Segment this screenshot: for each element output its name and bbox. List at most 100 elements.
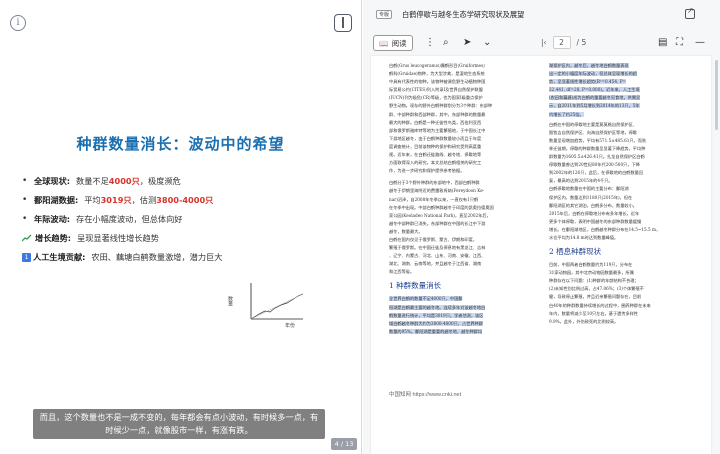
text-line: 22.441, df=28, P=0.000)。近年来，人工生境	[549, 87, 640, 93]
mini-chart-ylabel: 数量	[227, 296, 233, 306]
slide-panel: i 种群数量消长：波动中的希望 • 全球现状: 数量不足 4000只 ，极度濒危…	[0, 0, 362, 454]
text-line: 际贸易公约(CITES)列入附录Ⅰ及世界自然保护联盟	[389, 87, 483, 93]
text-line: 目前，中国两者白鹤数量约为119只，分布在	[549, 262, 633, 268]
bullet-key: 年际波动:	[34, 213, 71, 224]
open-external-icon[interactable]	[685, 6, 695, 19]
text-line: 31家动物园，其中北京动物园数量最多，所属	[549, 270, 634, 276]
read-mode-button[interactable]: 📖 阅读	[373, 35, 413, 51]
bullet-key: 鄱阳湖数据:	[34, 194, 79, 205]
text-line: 白40年的种群数量持续增长的过程中，圈养种群在未来	[549, 302, 651, 308]
read-mode-label: 阅读	[391, 38, 407, 48]
page-footer: 中国知网 https://www.cnki.net	[389, 392, 462, 398]
text-line: 视。近年来，在白鹤迁徙路线、越冬地、停歇地等	[389, 152, 482, 158]
text-line: 更多个体停歇，表明中国越冬的东部种群数量缓慢	[549, 218, 642, 224]
text-line: 中具有代表性的物种。该物种被濒危野生动植物种国	[389, 79, 486, 85]
text-line: 白鹤在国内仅见于俄罗斯、蒙古、伊朗和印度，	[389, 236, 477, 242]
text-line: 示，自2011年到5月增长到2014年的13只，5年	[549, 103, 640, 109]
page-total: / 5	[576, 38, 587, 47]
text-line: 图牧吉自然保护区、向海自然保护区等地，停歇	[549, 129, 637, 135]
split-view-icon[interactable]	[334, 14, 352, 32]
text-line: 鹤科(Gruidae)物种，为大型涉禽，是湿地生态系统	[389, 71, 485, 77]
text-line: 数量的95%。鄱阳湖是重要的越冬地，越冬种群均	[389, 328, 483, 334]
bullet-text: 农田、藕塘白鹤数量激增，潜力巨大	[91, 252, 223, 263]
slide-title: 种群数量消长：波动中的希望	[76, 135, 285, 153]
bullet-key: 全球现状:	[34, 175, 71, 186]
app-window: i 种群数量消长：波动中的希望 • 全球现状: 数量不足 4000只 ，极度濒危…	[0, 0, 720, 454]
zoom-out-icon[interactable]: —	[695, 36, 705, 50]
text-line: 停歇数量曾达到20世纪80年代200-500只，下降	[549, 162, 640, 168]
save-icon[interactable]: ▤	[658, 36, 667, 50]
pager: |‹ 2 / 5	[541, 36, 586, 49]
bullet-growth-trend: 增长趋势: 呈现显著线性增长趋势	[22, 229, 352, 248]
info-icon[interactable]: i	[10, 15, 26, 31]
search-icon[interactable]: ⌕	[443, 36, 449, 50]
text-line: 健，导致停止繁殖，并且近亲繁殖问题存在，目前	[549, 294, 642, 300]
text-line: 在冬季中出现。中部白鹤种群越冬于印度的凯奥拉德奥国	[389, 204, 494, 210]
text-line: 增长。在鄱阳湖地区，白鹤越冬种群分布在14.5~15.5 m，	[549, 226, 661, 232]
book-icon: 📖	[379, 38, 389, 48]
text-line: 湖北、湖南、云南等地，并且越冬于江西省、湖南	[389, 261, 482, 267]
document-page: 白鹤(Grus leucogeranus)属鹤形目(Gruiformes) 鹤科(…	[371, 56, 711, 454]
document-reader: 专版 白鹤停歇与越冬生态学研究现状及展望 📖 阅读 ⋮ ⌕ ➤ ⌄ |‹ 2 /…	[363, 0, 720, 454]
text-line: 度调查统计，目前该物种的保护和研究受到高度重	[389, 143, 482, 149]
chevron-down-icon[interactable]: ⌄	[483, 36, 491, 50]
bullet-highlight: 4000只	[108, 175, 140, 186]
text-line: 复，最高的达到2015年的4千只。	[549, 178, 613, 184]
text-line: 、辽宁、内蒙古、河北、山东、河南、安徽、江西、	[389, 253, 486, 259]
bullet-text: 呈现显著线性增长趋势	[77, 233, 159, 244]
bullet-list: • 全球现状: 数量不足 4000只 ，极度濒危 • 鄱阳湖数据: 平均 301…	[22, 171, 352, 267]
bullet-text: 数量不足	[76, 175, 109, 186]
cursor-icon[interactable]: ➤	[463, 36, 471, 50]
text-line: 出一定的小幅度年际波动，但总体呈现增长的趋	[549, 71, 637, 77]
text-line: 白鹤在中国的停歇地主要是莫莫格自然保护区、	[549, 121, 637, 127]
narration-subtitle: 而且，这个数量也不是一成不变的，每年都会有点小波动，有时候多一点，有时候少一点，…	[33, 409, 325, 439]
page-number-input[interactable]: 2	[552, 36, 571, 49]
bullet-artificial-habitat: 1 人工生境贡献: 农田、藕塘白鹤数量激增，潜力巨大	[22, 248, 352, 267]
text-line: 阳湖是白鹤最主要的越冬地。连续多年对该越冬地白	[389, 304, 486, 310]
slide-page-indicator: 4 / 13	[331, 438, 357, 450]
fullscreen-icon[interactable]: ⛶	[676, 36, 683, 50]
text-line: 群数量为1605.5±426.41只。扎龙自然保护区白鹤	[549, 154, 645, 160]
text-line: (2)未知性别比例过高，占47.06%；(3)个体繁殖不	[549, 286, 644, 292]
text-line: 内增长了约25倍。	[549, 111, 584, 117]
text-line: 季迁徙期，停歇的种群数量呈显著下降趋势。平均种	[549, 145, 646, 151]
text-line: 越冬中部种群已消失。东部种群在中国的长江中下游	[389, 220, 486, 226]
text-line: 越冬于伊朗里海附近的费雷敦肯纳(Fereydoon Ke-	[389, 188, 485, 194]
scrollbar[interactable]	[715, 60, 718, 130]
text-line: 年内，数量将减少至10只左右。基于遗传多样性	[549, 310, 639, 316]
bullet-highlight: 3019只	[100, 194, 132, 205]
section-badge: 专版	[376, 10, 393, 19]
text-line: 白鹤停歇地数量在中国的主要分布：鄱阳湖	[549, 186, 629, 192]
reader-toolbar: 📖 阅读 ⋮ ⌕ ➤ ⌄ |‹ 2 / 5 ▤ ⛶ —	[363, 30, 720, 56]
text-line: 到2002年的126只，此后，在停歇地的白鹤数量回	[549, 170, 644, 176]
bullet-highlight: 3800-4000只	[156, 194, 214, 205]
first-page-icon[interactable]: |‹	[541, 38, 547, 47]
mini-growth-chart	[250, 283, 304, 320]
bullet-text: 平均	[84, 194, 101, 205]
text-line: 9.9%，此外，外伤致死的比例较高。	[549, 318, 619, 324]
bullet-poyang-data: • 鄱阳湖数据: 平均 3019只 ，估测 3800-4000只	[22, 190, 352, 209]
bullet-dot-icon: •	[22, 194, 28, 205]
text-line: 2015年后，白鹤在停歇地分布有多年增长，近年	[549, 210, 640, 216]
bullet-global-status: • 全球现状: 数量不足 4000只 ，极度濒危	[22, 171, 352, 190]
text-line: 势，呈显著线性增长趋势(R²=0.454, P=	[549, 79, 627, 85]
text-line: 种群存在以下问题：(1)种群的年龄结构不合理；	[549, 278, 639, 284]
text-line: 和江西等省。	[389, 269, 415, 275]
trend-up-icon	[22, 234, 32, 242]
number-one-icon: 1	[22, 252, 31, 262]
text-line: 域白鹤越冬种群大约为3800-4000只，占世界种群	[389, 320, 483, 326]
bullet-key: 人工生境贡献:	[33, 252, 86, 263]
text-line: 白鹤分于3个野外种群的东部地中，西部白鹤种群	[389, 180, 480, 186]
section-heading: 1 种群数量消长	[389, 281, 442, 291]
text-line: 越冬，数量最大。	[389, 228, 423, 234]
text-line: 鹤数量进行统计，平均是3019只。学者估测，该区	[389, 312, 484, 318]
mini-chart-xlabel: 年份	[285, 323, 296, 329]
bullet-text: ，估测	[131, 194, 157, 205]
text-line: 家公园(Keoladeo National Park)，直至2002年后，	[389, 212, 491, 218]
text-line: 群、中部种群和西部种群，其中，东部种群的数量最	[389, 111, 486, 117]
more-icon[interactable]: ⋮	[425, 36, 435, 50]
text-line: (农田和藕塘)成为白鹤的重要越冬觅食地，供需显	[549, 95, 641, 101]
bullet-key: 增长趋势:	[35, 233, 72, 244]
bullet-dot-icon: •	[22, 175, 28, 186]
left-column: 白鹤(Grus leucogeranus)属鹤形目(Gruiformes) 鹤科(…	[389, 62, 539, 336]
